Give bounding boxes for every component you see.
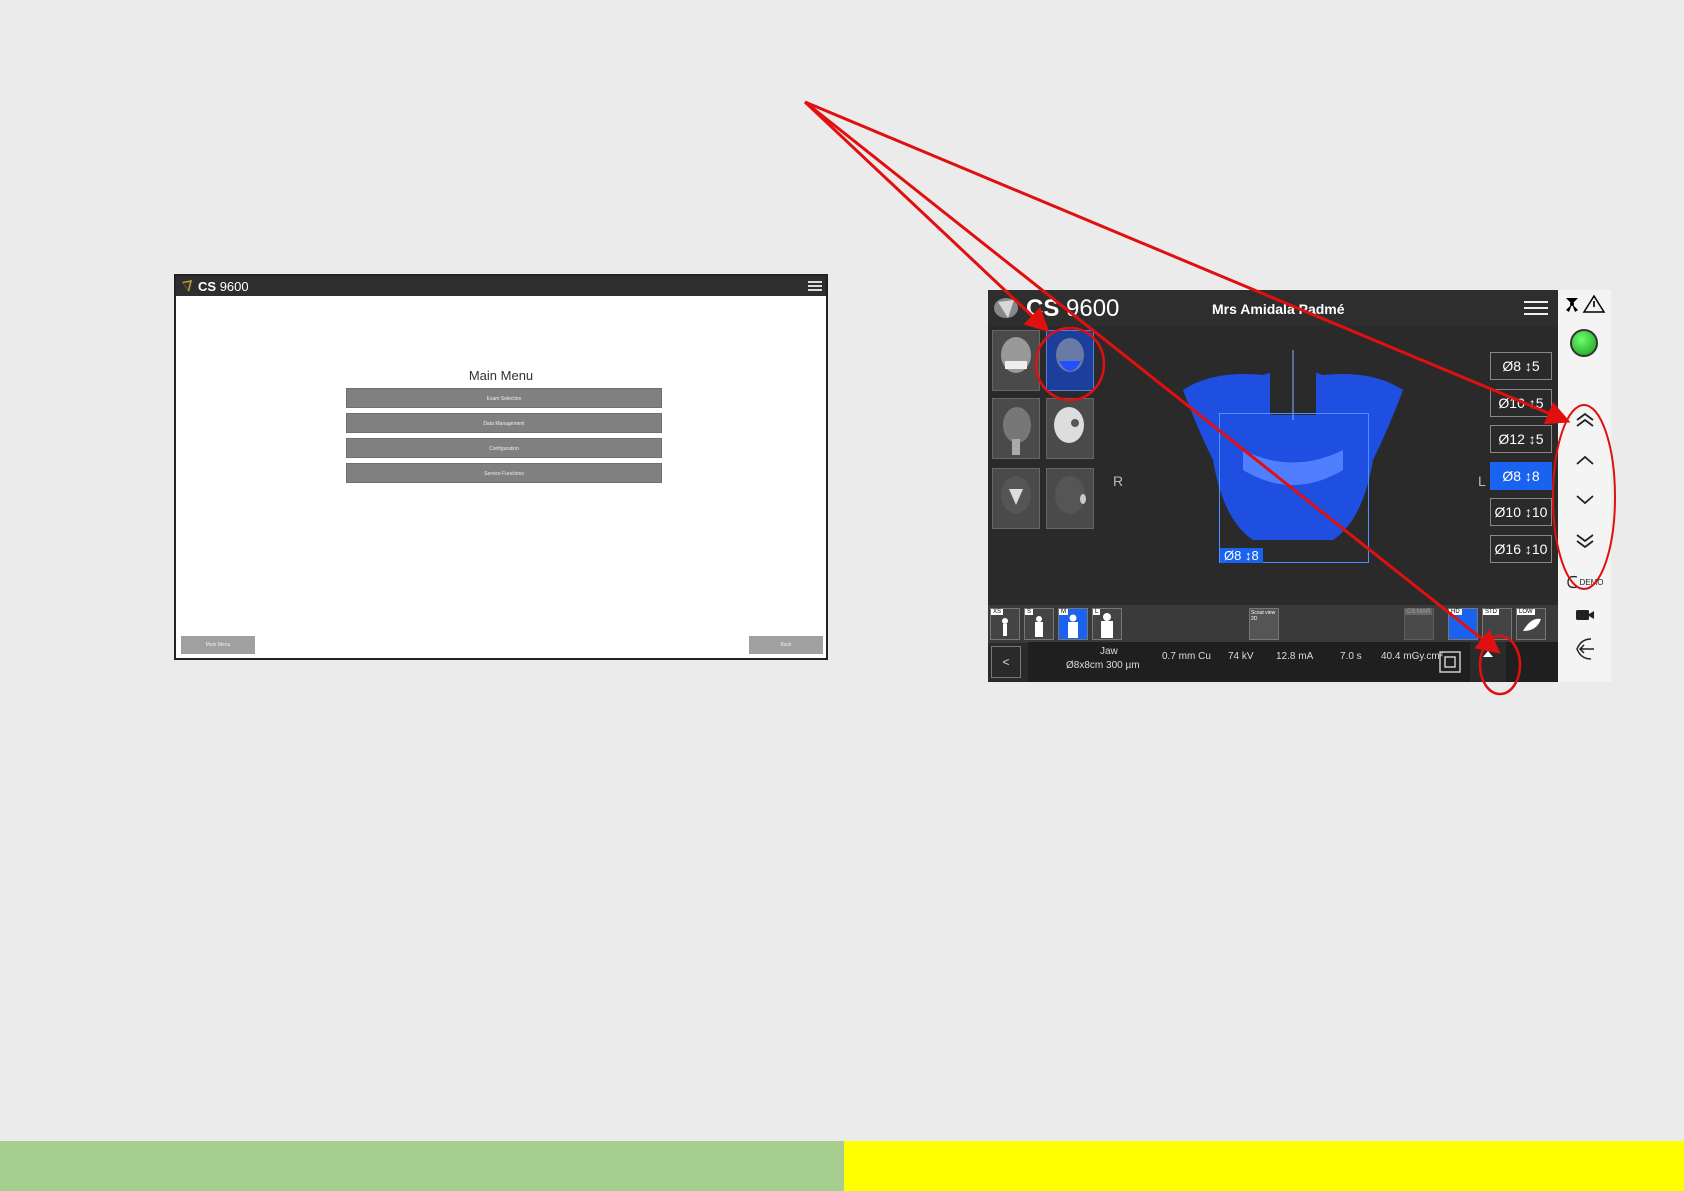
chevron-down-icon — [1575, 495, 1594, 505]
expand-panel-button[interactable] — [1470, 642, 1506, 682]
patient-size-s-button[interactable]: S — [1024, 608, 1054, 640]
exit-button[interactable] — [1558, 632, 1611, 666]
exam-region: Jaw — [1100, 646, 1118, 657]
back-footer-button[interactable]: Back — [749, 636, 823, 654]
exam-selection-button[interactable]: Exam Selection — [346, 388, 662, 408]
filter-value: 0.7 mm Cu — [1162, 651, 1211, 662]
acquisition-info-bar: Jaw Ø8x8cm 300 µm 0.7 mm Cu 74 kV 12.8 m… — [1028, 642, 1558, 682]
move-fast-down-button[interactable] — [1558, 524, 1611, 558]
patient-size-l-button[interactable]: L — [1092, 608, 1122, 640]
hamburger-menu-icon[interactable] — [1524, 301, 1548, 315]
fov-8x8-button[interactable]: Ø8 ↕8 — [1490, 462, 1552, 490]
yellow-footer-bar — [844, 1141, 1684, 1191]
service-functions-button[interactable]: Service Functions — [346, 463, 662, 483]
exam-sidebar: DEMO — [1558, 290, 1611, 682]
main-menu-screenshot: CS 9600 Main Menu Exam Selection Data Ma… — [174, 274, 828, 660]
low-dose-mode-button[interactable]: LOW — [1516, 608, 1546, 640]
frame-view-icon[interactable] — [1438, 650, 1462, 674]
anatomy-cervical-thumbnail[interactable] — [992, 398, 1040, 459]
move-fast-up-button[interactable] — [1558, 403, 1611, 437]
patient-size-xs-button[interactable]: XS — [990, 608, 1020, 640]
fov-12x5-button[interactable]: Ø12 ↕5 — [1490, 425, 1552, 453]
video-camera-icon — [1575, 610, 1594, 620]
anatomy-full-jaw-thumbnail[interactable] — [1046, 330, 1094, 391]
green-footer-bar — [0, 1141, 844, 1191]
cs-logo-icon — [994, 298, 1018, 318]
caret-up-icon — [1483, 651, 1493, 657]
exam-volume: Ø8x8cm 300 µm — [1066, 660, 1140, 671]
side-left-label: L — [1478, 473, 1486, 489]
double-chevron-up-icon — [1575, 412, 1594, 427]
demo-mode-button[interactable]: DEMO — [1558, 565, 1611, 599]
cs-mar-button[interactable]: CS MAR — [1404, 608, 1434, 640]
exam-brand: CS 9600 — [1026, 295, 1120, 322]
anatomy-jaw-thumbnail[interactable] — [992, 330, 1040, 391]
main-menu-brand: CS 9600 — [198, 279, 249, 294]
fov-box[interactable] — [1219, 413, 1369, 563]
side-right-label: R — [1113, 473, 1124, 489]
fov-10x5-button[interactable]: Ø10 ↕5 — [1490, 389, 1552, 417]
kv-value: 74 kV — [1228, 651, 1254, 662]
fov-16x10-button[interactable]: Ø16 ↕10 — [1490, 535, 1552, 563]
move-down-button[interactable] — [1558, 483, 1611, 517]
main-menu-title: Main Menu — [468, 368, 534, 383]
exam-screenshot: CS 9600 Mrs Amidala Padmé Ø8 ↕8 R L Ø8 ↕… — [988, 290, 1611, 682]
hd-mode-button[interactable]: HD — [1448, 608, 1478, 640]
main-menu-footer-button[interactable]: Main Menu — [181, 636, 255, 654]
camera-button[interactable] — [1558, 598, 1611, 632]
ready-status-indicator — [1570, 329, 1598, 357]
exam-header: CS 9600 Mrs Amidala Padmé — [988, 290, 1558, 326]
patient-name: Mrs Amidala Padmé — [1212, 301, 1345, 317]
patient-size-m-button[interactable]: M — [1058, 608, 1088, 640]
double-chevron-down-icon — [1575, 534, 1594, 549]
std-mode-button[interactable]: STD — [1482, 608, 1512, 640]
scout-view-button[interactable]: Scout view 2D — [1249, 608, 1279, 640]
data-management-button[interactable]: Data Management — [346, 413, 662, 433]
radiation-warning-icon — [1566, 294, 1606, 313]
time-value: 7.0 s — [1340, 651, 1362, 662]
hamburger-menu-icon[interactable] — [808, 281, 822, 291]
ma-value: 12.8 mA — [1276, 651, 1314, 662]
chevron-up-icon — [1575, 455, 1594, 465]
fov-10x10-button[interactable]: Ø10 ↕10 — [1490, 498, 1552, 526]
fov-overlay-label: Ø8 ↕8 — [1220, 548, 1263, 563]
exit-arrow-icon — [1575, 638, 1594, 660]
back-button[interactable]: < — [991, 646, 1021, 678]
anatomy-skull-thumbnail[interactable] — [1046, 398, 1094, 459]
main-menu-titlebar: CS 9600 — [176, 276, 826, 296]
rotate-icon — [1566, 575, 1577, 589]
cs-logo-icon — [182, 280, 192, 292]
move-up-button[interactable] — [1558, 443, 1611, 477]
dose-value: 40.4 mGy.cm² — [1381, 651, 1444, 662]
anatomy-sinus-thumbnail[interactable] — [992, 468, 1040, 529]
configuration-button[interactable]: Configuration — [346, 438, 662, 458]
anatomy-ear-thumbnail[interactable] — [1046, 468, 1094, 529]
fov-8x5-button[interactable]: Ø8 ↕5 — [1490, 352, 1552, 380]
